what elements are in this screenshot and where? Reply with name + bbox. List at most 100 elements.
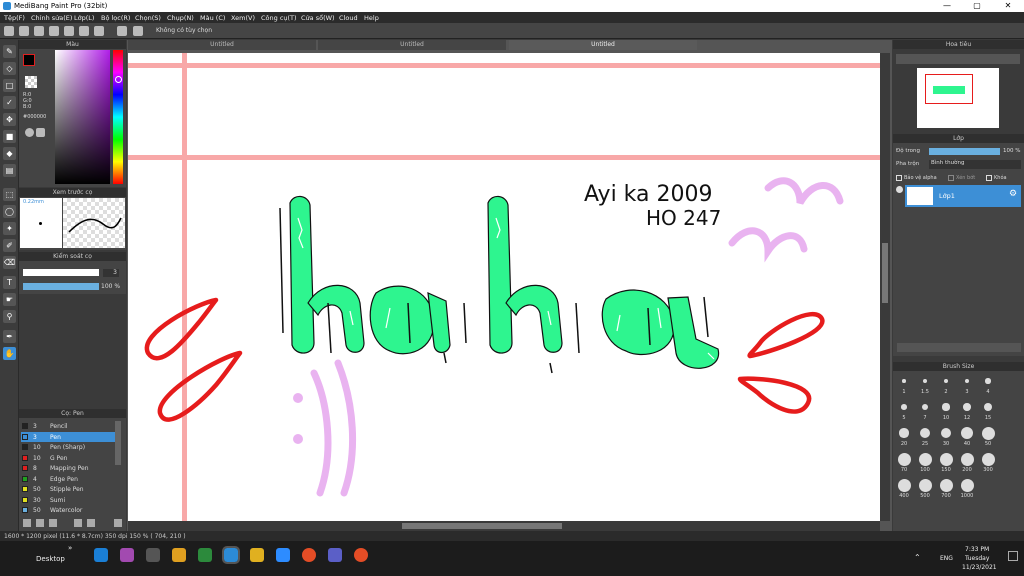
app-icon-5[interactable] (198, 548, 212, 562)
clock-date[interactable]: 11/23/2021 (962, 564, 997, 571)
brush-size-value[interactable]: 3 (103, 269, 119, 277)
brush-size-dot[interactable] (942, 403, 950, 411)
lock-checkbox[interactable] (986, 175, 992, 181)
brush-size-dot[interactable] (940, 427, 952, 439)
clock-time[interactable]: 7:33 PM (965, 546, 989, 553)
brush-item[interactable]: 3 Pencil (21, 421, 117, 431)
brush-item[interactable]: 50 Watercolor (21, 505, 117, 515)
brush-size-dot[interactable] (983, 402, 993, 412)
blend-mode-select[interactable]: Bình thường (929, 160, 1021, 169)
hand-tool-icon[interactable]: ✋ (3, 347, 16, 360)
select-tool-icon[interactable]: ⬚ (3, 188, 16, 201)
folder-icon[interactable] (74, 519, 82, 527)
brush-size-dot[interactable] (918, 478, 932, 492)
minimize-button[interactable]: — (932, 0, 962, 12)
brush-item[interactable]: 10 G Pen (21, 453, 117, 463)
cloud-icon[interactable] (4, 26, 14, 36)
brush-item[interactable]: 10 Pen (Sharp) (21, 442, 117, 452)
saturation-value-picker[interactable] (55, 50, 110, 184)
foreground-color-swatch[interactable] (23, 54, 35, 66)
brush-item[interactable]: 3 Pen (21, 431, 117, 442)
chrome-icon-2[interactable] (354, 548, 368, 562)
skype-icon[interactable] (94, 548, 108, 562)
hue-handle[interactable] (115, 76, 122, 83)
tray-up-icon[interactable]: ⌃ (914, 553, 921, 562)
layer-settings-icon[interactable]: ⚙ (1009, 189, 1017, 199)
redo-icon[interactable] (133, 26, 143, 36)
chrome-icon[interactable] (302, 548, 316, 562)
palette-icon[interactable] (25, 128, 34, 137)
layer-row[interactable]: Lớp1 ⚙ (905, 185, 1021, 207)
delete-brush-icon[interactable] (114, 519, 122, 527)
transparent-color-swatch[interactable] (25, 76, 37, 88)
menu-help[interactable]: Help (364, 14, 379, 22)
brush-settings-icon[interactable] (23, 519, 31, 527)
menu-edit[interactable]: Chỉnh sửa(E) (31, 14, 72, 22)
brush-size-dot[interactable] (964, 378, 970, 384)
gradient-tool-icon[interactable]: ▤ (3, 164, 16, 177)
lasso-tool-icon[interactable]: ◯ (3, 205, 16, 218)
brush-size-dot[interactable] (923, 379, 927, 383)
brush-size-dot[interactable] (981, 452, 995, 466)
menu-filter[interactable]: Bộ lọc(R) (101, 14, 130, 22)
medibang-taskbar-icon[interactable] (222, 546, 240, 564)
zoom-icon[interactable] (276, 548, 290, 562)
share-icon[interactable] (19, 26, 29, 36)
clock-day[interactable]: Tuesday (965, 555, 989, 562)
menu-color[interactable]: Màu (C) (200, 14, 225, 22)
shape-tool-icon[interactable]: □ (3, 79, 16, 92)
horizontal-scrollbar[interactable] (128, 521, 880, 531)
grid-icon[interactable] (79, 26, 89, 36)
wifi-app-icon[interactable] (172, 548, 186, 562)
add-brush-icon[interactable] (36, 519, 44, 527)
drawing-canvas[interactable]: Ayi ka 2009 HO 247 (128, 53, 880, 521)
brush-tool-icon[interactable]: ✎ (3, 45, 16, 58)
brush-size-dot[interactable] (921, 403, 929, 411)
copy-brush-icon[interactable] (49, 519, 57, 527)
brush-size-dot[interactable] (918, 452, 932, 466)
brush-item[interactable]: 8 Mapping Pen (21, 463, 117, 473)
fill-rect-tool-icon[interactable]: ■ (3, 130, 16, 143)
navigator-thumbnail[interactable] (917, 68, 999, 128)
toolbar-expand-icon[interactable]: » (68, 544, 72, 552)
comment-icon[interactable] (34, 26, 44, 36)
brush-size-dot[interactable] (939, 452, 953, 466)
file-explorer-icon[interactable] (250, 548, 264, 562)
magic-wand-icon[interactable]: ✦ (3, 222, 16, 235)
brush-size-dot[interactable] (960, 478, 974, 492)
brush-size-dot[interactable] (897, 452, 911, 466)
brush-item[interactable]: 30 Sumi (21, 495, 117, 505)
eraser-tool-icon[interactable]: ◇ (3, 62, 16, 75)
app-icon-2[interactable] (120, 548, 134, 562)
select-eraser-icon[interactable]: ⌫ (3, 256, 16, 269)
brush-size-dot[interactable] (899, 428, 909, 438)
brush-size-dot[interactable] (981, 426, 995, 440)
brush-item[interactable]: 50 Stipple Pen (21, 484, 117, 494)
brush-size-dot[interactable] (901, 404, 907, 410)
brush-size-dot[interactable] (985, 378, 991, 384)
notification-icon[interactable] (1008, 551, 1018, 561)
brush-size-dot[interactable] (897, 478, 911, 492)
menu-select[interactable]: Chọn(S) (135, 14, 161, 22)
menu-view[interactable]: Xem(V) (231, 14, 255, 22)
undo-icon[interactable] (117, 26, 127, 36)
brush-size-dot[interactable] (920, 428, 930, 438)
brush-size-dot[interactable] (960, 452, 974, 466)
menu-window[interactable]: Cửa sổ(W) (301, 14, 335, 22)
clip-checkbox[interactable] (948, 175, 954, 181)
brush-size-dot[interactable] (943, 378, 949, 384)
brush-size-slider[interactable] (23, 269, 99, 276)
color-history-icon[interactable] (36, 128, 45, 137)
menu-cloud[interactable]: Cloud (339, 14, 358, 22)
brush-size-dot[interactable] (939, 478, 953, 492)
move-tool-icon[interactable]: ✥ (3, 113, 16, 126)
tab-untitled-1[interactable]: Untitled (128, 40, 316, 50)
close-button[interactable]: ✕ (993, 0, 1023, 12)
bucket-tool-icon[interactable]: ◆ (3, 147, 16, 160)
hand-mark-tool-icon[interactable]: ☛ (3, 293, 16, 306)
pen-tool-icon[interactable]: ✒ (3, 330, 16, 343)
save-icon[interactable] (64, 26, 74, 36)
menu-file[interactable]: Tệp(F) (4, 14, 25, 22)
menu-snap[interactable]: Chụp(N) (167, 14, 194, 22)
tab-untitled-2[interactable]: Untitled (318, 40, 506, 50)
